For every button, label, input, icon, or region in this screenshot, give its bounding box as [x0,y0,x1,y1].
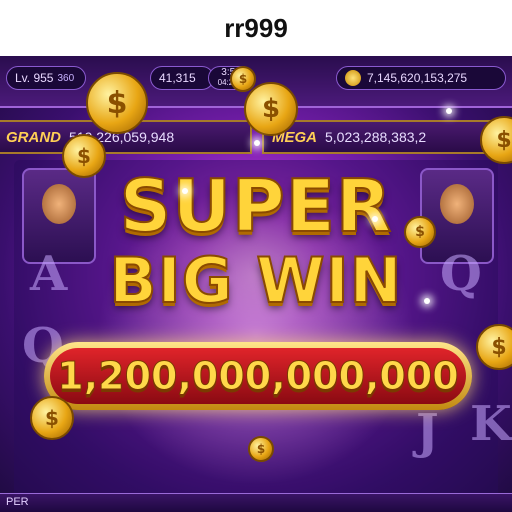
win-amount-plate: 1,200,000,000,000 [50,348,466,404]
bonus-chip[interactable]: 41,315 [150,66,214,90]
gold-coin-icon: $ [248,436,274,462]
balance-value: 7,145,620,153,275 [367,71,468,85]
win-amount: 1,200,000,000,000 [57,354,459,399]
jackpot-mega-value: 5,023,288,383,2 [325,129,427,145]
gold-coin-icon: $ [30,396,74,440]
big-win-text: BIG WIN [108,243,403,318]
win-amount-banner: 1,200,000,000,000 [44,342,472,410]
sparkle-icon [446,108,452,114]
reel-symbol: J [416,404,439,460]
slot-game-screen[interactable]: Lv. 955 360 41,315 3:59 04:29:3 7,145,62… [0,56,512,512]
gold-coin-icon: $ [404,216,436,248]
balance-chip[interactable]: 7,145,620,153,275 [336,66,506,90]
sparkle-icon [372,216,378,222]
sparkle-icon [182,188,188,194]
level-chip[interactable]: Lv. 955 360 [6,66,86,90]
gold-coin-icon: $ [62,134,106,178]
gold-coin-icon: $ [244,82,298,136]
bonus-value: 41,315 [159,71,196,85]
gold-coin-icon: $ [86,72,148,134]
jackpot-mega: MEGA 5,023,288,383,2 [262,120,512,154]
watermark-header: rr999 [0,0,512,56]
level-text: Lv. 955 [15,71,54,85]
sparkle-icon [254,140,260,146]
bottom-bar: PER [0,493,512,512]
reel-symbol: K [470,396,512,452]
coin-icon [345,70,361,86]
watermark-text: rr999 [224,12,288,43]
sparkle-icon [424,298,430,304]
gold-coin-icon: $ [230,66,256,92]
level-badge: 360 [57,72,75,84]
jackpot-grand-label: GRAND [6,128,61,146]
bottom-label: PER [6,496,29,508]
